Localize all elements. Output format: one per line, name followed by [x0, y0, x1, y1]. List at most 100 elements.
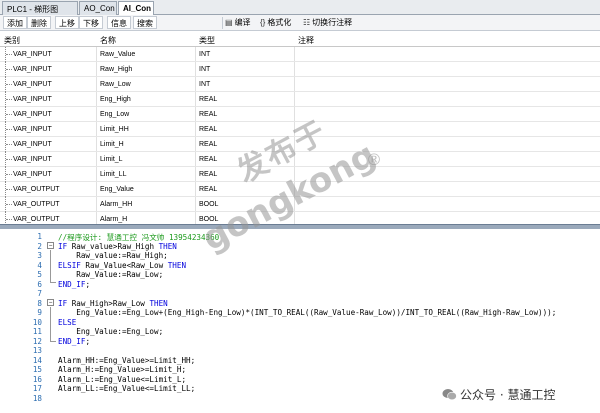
code-line[interactable]: 7 — [0, 289, 600, 299]
info-button[interactable]: 信息 — [107, 16, 131, 29]
cell-name[interactable]: Limit_H — [100, 141, 124, 148]
code-line[interactable]: 11 Eng_Value:=Eng_Low; — [0, 327, 600, 337]
table-row[interactable]: VAR_INPUT Raw_Low INT — [0, 77, 600, 92]
cell-category[interactable]: VAR_INPUT — [13, 96, 52, 103]
table-row[interactable]: VAR_INPUT Eng_High REAL — [0, 92, 600, 107]
cell-name[interactable]: Eng_High — [100, 96, 131, 103]
format-button[interactable]: {} 格式化 — [260, 17, 291, 29]
fold-toggle-icon[interactable]: − — [47, 242, 54, 249]
cell-category[interactable]: VAR_INPUT — [13, 66, 52, 73]
fold-toggle-icon[interactable]: − — [47, 299, 54, 306]
cell-name[interactable]: Limit_LL — [100, 171, 126, 178]
header-comment[interactable]: 注释 — [298, 35, 314, 46]
cell-category[interactable]: VAR_OUTPUT — [13, 201, 60, 208]
cell-name[interactable]: Limit_HH — [100, 126, 129, 133]
cell-name[interactable]: Eng_Value — [100, 186, 134, 193]
code-text: ELSE — [58, 317, 77, 327]
comment-icon: ☷ — [303, 18, 311, 27]
tab-label: PLC1 - 梯形图 — [7, 5, 59, 14]
tab-ao-con[interactable]: AO_Con — [79, 1, 117, 15]
toolbar-separator — [222, 17, 223, 29]
cell-type[interactable]: REAL — [199, 171, 217, 178]
cell-type[interactable]: REAL — [199, 186, 217, 193]
cell-type[interactable]: REAL — [199, 156, 217, 163]
compile-button[interactable]: ▤ 编译 — [225, 17, 251, 29]
code-line[interactable]: 3 Raw_value:=Raw_High; — [0, 251, 600, 261]
delete-button[interactable]: 删除 — [27, 16, 51, 29]
cell-name[interactable]: Raw_High — [100, 66, 132, 73]
line-number: 11 — [32, 327, 42, 336]
cell-type[interactable]: REAL — [199, 111, 217, 118]
cell-type[interactable]: INT — [199, 81, 210, 88]
line-number: 6 — [37, 279, 42, 289]
cell-category[interactable]: VAR_OUTPUT — [13, 216, 60, 223]
header-name[interactable]: 名称 — [100, 35, 116, 46]
code-text: IF Raw_High>Raw_Low THEN — [58, 298, 168, 308]
code-text: END_IF; — [58, 336, 91, 346]
cell-name[interactable]: Alarm_H — [100, 216, 127, 223]
cell-category[interactable]: VAR_INPUT — [13, 51, 52, 58]
code-line[interactable]: 5 Raw_Value:=Raw_Low; — [0, 270, 600, 280]
cell-category[interactable]: VAR_INPUT — [13, 171, 52, 178]
fold-guide-end — [50, 341, 56, 342]
table-row[interactable]: VAR_INPUT Raw_Value INT — [0, 47, 600, 62]
tree-connector — [5, 212, 12, 224]
wechat-brand-badge: 公众号 · 慧通工控 — [442, 386, 555, 402]
tab-ai-con[interactable]: AI_Con — [118, 1, 154, 16]
cell-name[interactable]: Eng_Low — [100, 111, 129, 118]
tree-connector — [5, 77, 12, 92]
header-type[interactable]: 类型 — [199, 35, 215, 46]
code-line[interactable]: 10 ELSE — [0, 318, 600, 328]
move-down-button[interactable]: 下移 — [79, 16, 103, 29]
search-button[interactable]: 搜索 — [133, 16, 157, 29]
cell-type[interactable]: INT — [199, 51, 210, 58]
fold-guide-end — [50, 282, 56, 283]
line-number: 4 — [37, 260, 42, 270]
cell-category[interactable]: VAR_INPUT — [13, 141, 52, 148]
code-line[interactable]: 14 Alarm_HH:=Eng_Value>=Limit_HH; — [0, 356, 600, 366]
code-line[interactable]: 16 Alarm_L:=Eng_Value<=Limit_L; — [0, 375, 600, 385]
line-number: 10 — [32, 317, 42, 327]
cell-name[interactable]: Raw_Value — [100, 51, 135, 58]
header-category[interactable]: 类别 — [4, 35, 20, 46]
line-number: 9 — [37, 308, 42, 317]
cell-type[interactable]: REAL — [199, 96, 217, 103]
cell-category[interactable]: VAR_INPUT — [13, 81, 52, 88]
cell-type[interactable]: REAL — [199, 126, 217, 133]
tree-connector — [5, 137, 12, 152]
code-line[interactable]: 13 — [0, 346, 600, 356]
table-row[interactable]: VAR_INPUT Raw_High INT — [0, 62, 600, 77]
toggle-comment-label: 切换行注释 — [312, 18, 353, 27]
code-line[interactable]: 12 END_IF; — [0, 337, 600, 347]
code-line[interactable]: 4 ELSIF Raw_Value<Raw_Low THEN — [0, 261, 600, 271]
table-header: 类别 名称 类型 注释 — [0, 32, 600, 47]
toggle-comment-button[interactable]: ☷ 切换行注释 — [303, 17, 352, 29]
tree-connector — [5, 152, 12, 167]
line-number: 18 — [32, 393, 42, 403]
cell-type[interactable]: BOOL — [199, 201, 218, 208]
code-line[interactable]: 1//程序设计: 慧通工控 冯文帅 13954234360 — [0, 232, 600, 242]
compile-icon: ▤ — [225, 18, 233, 27]
code-line[interactable]: 15 Alarm_H:=Eng_Value>=Limit_H; — [0, 365, 600, 375]
cell-type[interactable]: INT — [199, 66, 210, 73]
cell-name[interactable]: Raw_Low — [100, 81, 131, 88]
cell-category[interactable]: VAR_INPUT — [13, 111, 52, 118]
brand-label: 公众号 · 慧通工控 — [460, 388, 556, 402]
cell-name[interactable]: Limit_L — [100, 156, 123, 163]
add-button[interactable]: 添加 — [3, 16, 27, 29]
cell-type[interactable]: REAL — [199, 141, 217, 148]
code-line[interactable]: 9 Eng_Value:=Eng_Low+(Eng_High-Eng_Low)*… — [0, 308, 600, 318]
format-label: 格式化 — [267, 18, 292, 27]
code-line[interactable]: 2 IF Raw_value>Raw_High THEN — [0, 242, 600, 252]
cell-name[interactable]: Alarm_HH — [100, 201, 132, 208]
tab-plc1-ladder[interactable]: PLC1 - 梯形图 — [2, 1, 78, 15]
wechat-logo-icon — [442, 389, 457, 401]
cell-category[interactable]: VAR_OUTPUT — [13, 186, 60, 193]
cell-category[interactable]: VAR_INPUT — [13, 126, 52, 133]
move-up-button[interactable]: 上移 — [55, 16, 79, 29]
code-line[interactable]: 6 END_IF; — [0, 280, 600, 290]
code-text: Raw_value:=Raw_High; — [58, 251, 168, 260]
code-line[interactable]: 8 IF Raw_High>Raw_Low THEN — [0, 299, 600, 309]
code-text: END_IF; — [58, 279, 91, 289]
cell-category[interactable]: VAR_INPUT — [13, 156, 52, 163]
